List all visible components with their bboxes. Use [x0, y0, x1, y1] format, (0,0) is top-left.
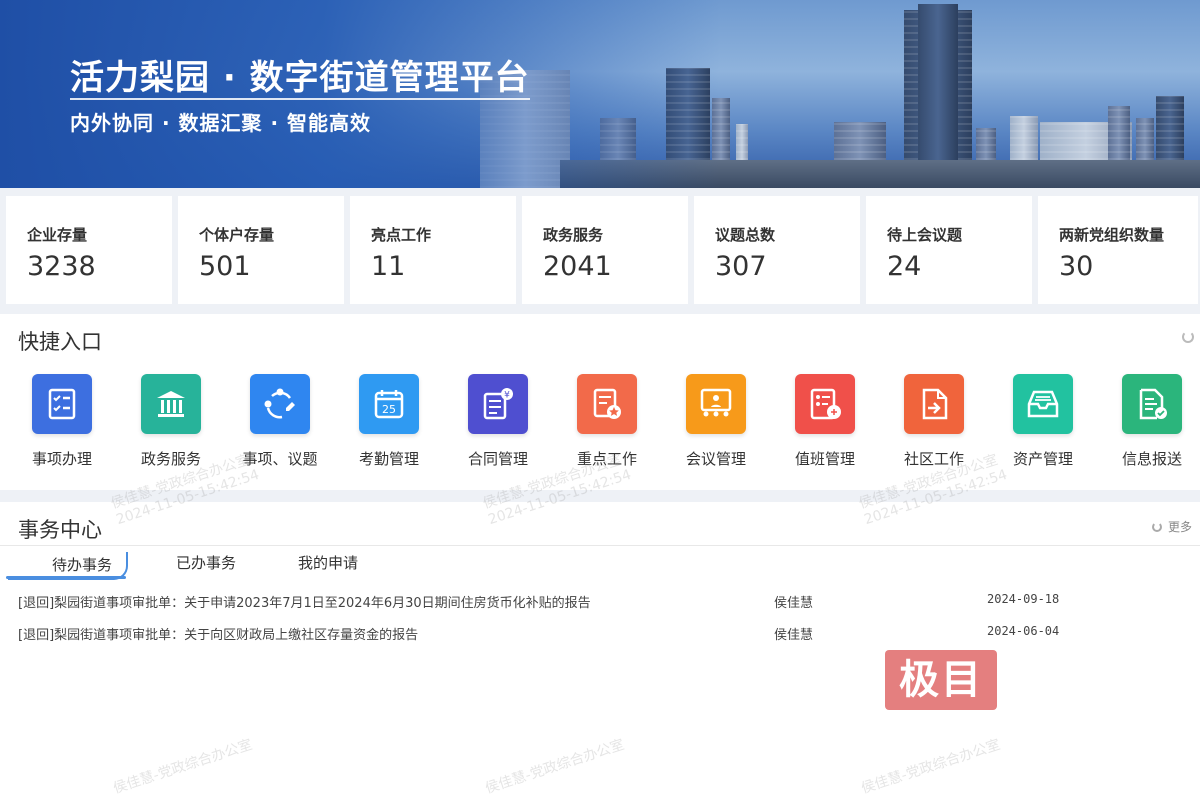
quick-entry-label: 合同管理	[467, 450, 528, 468]
item-date: 2024-09-18	[987, 592, 1060, 606]
refresh-icon[interactable]	[1182, 331, 1194, 343]
banner-title: 活力梨园 · 数字街道管理平台	[70, 58, 530, 98]
quick-entry-label: 事项、议题	[242, 450, 318, 468]
stat-label: 两新党组织数量	[1059, 226, 1165, 244]
jimu-logo: 极目	[885, 650, 997, 710]
more-link[interactable]: 更多	[1151, 518, 1192, 535]
list-item[interactable]: [退回]梨园街道事项审批单：关于申请2023年7月1日至2024年6月30日期间…	[0, 588, 1200, 620]
network-topic-icon	[250, 374, 310, 434]
stat-value: 2041	[543, 251, 612, 282]
affairs-list: [退回]梨园街道事项审批单：关于申请2023年7月1日至2024年6月30日期间…	[0, 588, 1200, 652]
contract-icon: ¥	[468, 374, 528, 434]
quick-entry-label: 信息报送	[1121, 450, 1182, 468]
quick-entry-item[interactable]: 事项办理	[12, 374, 112, 469]
stat-label: 企业存量	[27, 226, 88, 244]
stat-card[interactable]: 企业存量 3238	[6, 196, 172, 304]
report-document-icon	[1122, 374, 1182, 434]
quick-entry-item[interactable]: 重点工作	[557, 374, 657, 469]
stat-value: 24	[887, 251, 922, 282]
item-date: 2024-06-04	[987, 624, 1060, 638]
stat-value: 3238	[27, 251, 96, 282]
more-label: 更多	[1167, 520, 1192, 534]
quick-entry-label: 会议管理	[685, 450, 746, 468]
meeting-icon	[686, 374, 746, 434]
government-building-icon	[141, 374, 201, 434]
quick-entry-label: 值班管理	[794, 450, 855, 468]
quick-entry-grid: 事项办理 政务服务 事项、议题 25 考勤管理 ¥ 合同管理 重点工作 会议管理…	[0, 374, 1200, 474]
stat-card[interactable]: 政务服务 2041	[522, 196, 688, 304]
stat-value: 501	[199, 251, 251, 282]
stat-label: 议题总数	[715, 226, 776, 244]
stat-label: 待上会议题	[887, 226, 963, 244]
item-title[interactable]: [退回]梨园街道事项审批单：关于申请2023年7月1日至2024年6月30日期间…	[18, 592, 591, 611]
quick-entry-item[interactable]: 25 考勤管理	[339, 374, 439, 469]
stats-row: 企业存量 3238 个体户存量 501 亮点工作 11 政务服务 2041 议题总数 30…	[6, 196, 1200, 304]
svg-text:¥: ¥	[504, 391, 510, 401]
key-task-icon	[577, 374, 637, 434]
active-tab-indicator	[6, 576, 126, 579]
quick-entry-label: 重点工作	[576, 450, 637, 468]
banner-subtitle: 内外协同 · 数据汇聚 · 智能高效	[70, 111, 372, 135]
duty-roster-icon	[795, 374, 855, 434]
tab-pending-label: 待办事务	[52, 556, 113, 574]
stat-card[interactable]: 待上会议题 24	[866, 196, 1032, 304]
quick-entry-item[interactable]: 会议管理	[666, 374, 766, 469]
quick-entry-item[interactable]: 信息报送	[1102, 374, 1200, 469]
quick-entry-item[interactable]: ¥ 合同管理	[448, 374, 548, 469]
list-item[interactable]: [退回]梨园街道事项审批单：关于向区财政局上缴社区存量资金的报告 侯佳慧 202…	[0, 620, 1200, 652]
quick-entry-label: 政务服务	[140, 450, 201, 468]
stat-label: 亮点工作	[371, 226, 432, 244]
quick-entry-panel: 快捷入口 事项办理 政务服务 事项、议题 25 考勤管理 ¥ 合同管理 重点工作…	[0, 314, 1200, 490]
asset-tray-icon	[1013, 374, 1073, 434]
affairs-tabs: 待办事务 已办事务 我的申请	[0, 550, 1200, 580]
header-banner: 活力梨园 · 数字街道管理平台 内外协同 · 数据汇聚 · 智能高效	[0, 0, 1200, 188]
stat-label: 政务服务	[543, 226, 604, 244]
quick-entry-item[interactable]: 政务服务	[121, 374, 221, 469]
quick-entry-label: 资产管理	[1012, 450, 1073, 468]
stat-label: 个体户存量	[199, 226, 275, 244]
refresh-icon	[1151, 522, 1162, 532]
banner-divider	[70, 98, 530, 100]
quick-entry-item[interactable]: 资产管理	[993, 374, 1093, 469]
item-title[interactable]: [退回]梨园街道事项审批单：关于向区财政局上缴社区存量资金的报告	[18, 624, 418, 643]
affairs-center-panel: 事务中心 更多 待办事务 已办事务 我的申请 [退回]梨园街道事项审批单：关于申…	[0, 502, 1200, 796]
stat-value: 30	[1059, 251, 1094, 282]
stat-card[interactable]: 亮点工作 11	[350, 196, 516, 304]
quick-entry-item[interactable]: 社区工作	[884, 374, 984, 469]
quick-entry-title: 快捷入口	[18, 330, 102, 354]
calendar-icon: 25	[359, 374, 419, 434]
stat-value: 307	[715, 251, 767, 282]
svg-text:25: 25	[382, 403, 396, 416]
item-person: 侯佳慧	[774, 628, 814, 643]
tab-done[interactable]: 已办事务	[176, 552, 236, 573]
community-document-icon	[904, 374, 964, 434]
tab-my-applications[interactable]: 我的申请	[298, 552, 358, 573]
quick-entry-label: 社区工作	[903, 450, 964, 468]
item-person: 侯佳慧	[774, 596, 814, 611]
stat-card[interactable]: 两新党组织数量 30	[1038, 196, 1198, 304]
quick-entry-item[interactable]: 事项、议题	[230, 374, 330, 469]
affairs-center-title: 事务中心	[18, 518, 102, 542]
stat-card[interactable]: 个体户存量 501	[178, 196, 344, 304]
quick-entry-item[interactable]: 值班管理	[775, 374, 875, 469]
stat-value: 11	[371, 251, 406, 282]
quick-entry-label: 考勤管理	[358, 450, 419, 468]
stat-card[interactable]: 议题总数 307	[694, 196, 860, 304]
checklist-icon	[32, 374, 92, 434]
quick-entry-label: 事项办理	[31, 450, 92, 468]
